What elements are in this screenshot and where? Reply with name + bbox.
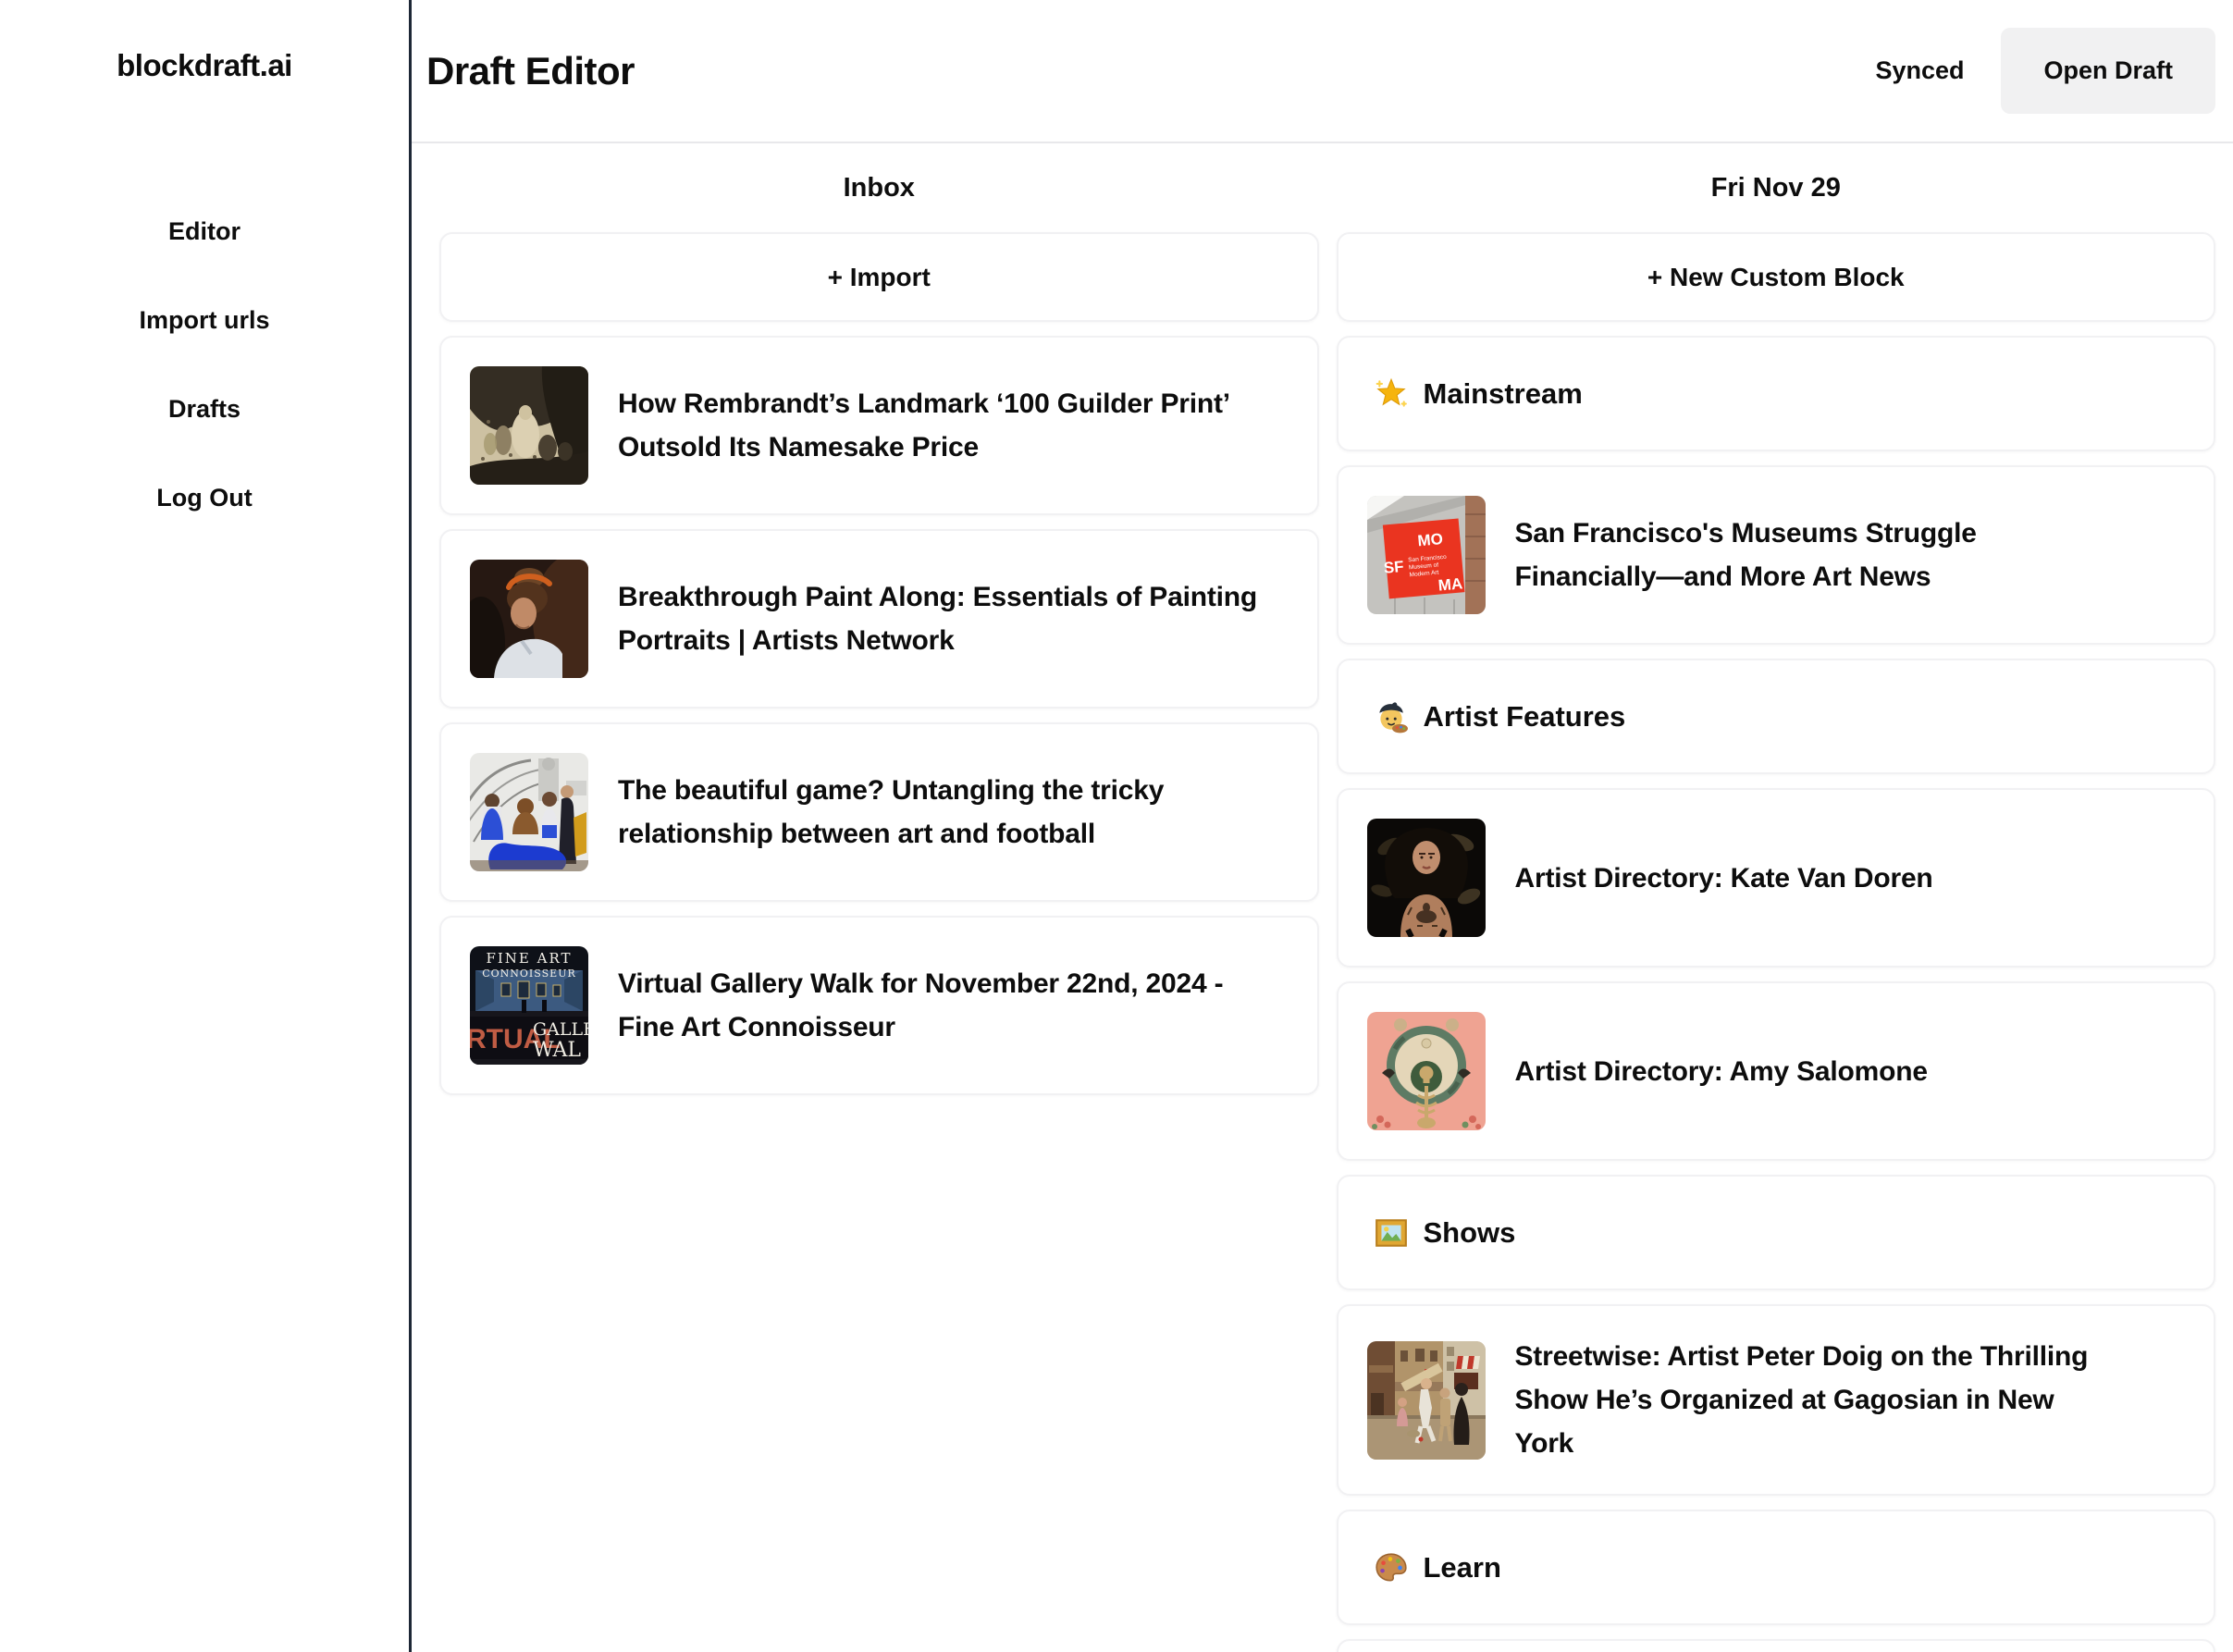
svg-text:FINE ART: FINE ART xyxy=(486,950,572,967)
article-title: Streetwise: Artist Peter Doig on the Thr… xyxy=(1515,1335,2116,1465)
article-title: How Rembrandt’s Landmark ‘100 Guilder Pr… xyxy=(618,382,1265,469)
rembrandt-etching-thumbnail xyxy=(470,366,588,485)
article-card-kate-van-doren[interactable]: Artist Directory: Kate Van Doren xyxy=(1337,788,2216,968)
article-card-paint-along[interactable]: Breakthrough Paint Along: Essentials of … xyxy=(439,529,1319,709)
page-title: Draft Editor xyxy=(426,49,635,93)
artist-icon xyxy=(1374,699,1409,734)
content: Inbox + Import xyxy=(412,143,2233,1652)
article-card-art-football[interactable]: The beautiful game? Untangling the trick… xyxy=(439,722,1319,902)
header-actions: Synced Open Draft xyxy=(1875,28,2215,114)
open-draft-button[interactable]: Open Draft xyxy=(2001,28,2215,114)
sync-status: Synced xyxy=(1875,56,1964,85)
article-title: Artist Directory: Kate Van Doren xyxy=(1515,857,1933,900)
sculpture-unveiling-thumbnail xyxy=(470,753,588,871)
section-label: Learn xyxy=(1424,1551,1501,1584)
section-block-mainstream[interactable]: Mainstream xyxy=(1337,336,2216,451)
section-block-learn[interactable]: Learn xyxy=(1337,1510,2216,1625)
article-title: Artist Directory: Amy Salomone xyxy=(1515,1050,1928,1093)
svg-text:WAL: WAL xyxy=(533,1039,581,1062)
article-title: Virtual Gallery Walk for November 22nd, … xyxy=(618,962,1265,1049)
section-label: Shows xyxy=(1424,1216,1516,1250)
framed-picture-icon xyxy=(1374,1215,1409,1251)
palette-icon xyxy=(1374,1550,1409,1585)
svg-text:MO: MO xyxy=(1416,530,1443,549)
article-card-virtual-gallery-walk[interactable]: FINE ART CONNOISSEUR RTUAL GALLE WAL Vir… xyxy=(439,916,1319,1095)
app-logo: blockdraft.ai xyxy=(0,48,409,83)
sfmoma-sign-thumbnail: MO SF MA San Francisco Museum of Modern … xyxy=(1367,496,1486,614)
sidebar-item-editor[interactable]: Editor xyxy=(0,219,409,244)
import-button[interactable]: + Import xyxy=(439,232,1319,322)
sidebar-item-drafts[interactable]: Drafts xyxy=(0,397,409,422)
sidebar-nav: Editor Import urls Drafts Log Out xyxy=(0,219,409,511)
article-card-sf-museums[interactable]: MO SF MA San Francisco Museum of Modern … xyxy=(1337,465,2216,645)
kate-van-doren-thumbnail xyxy=(1367,819,1486,937)
section-block-shows[interactable]: Shows xyxy=(1337,1175,2216,1290)
draft-column: Fri Nov 29 + New Custom Block Mainstream xyxy=(1337,143,2216,1652)
svg-text:GALLE: GALLE xyxy=(533,1019,588,1040)
svg-text:SF: SF xyxy=(1383,558,1404,577)
article-card-rembrandt[interactable]: How Rembrandt’s Landmark ‘100 Guilder Pr… xyxy=(439,336,1319,515)
article-title: Breakthrough Paint Along: Essentials of … xyxy=(618,575,1265,662)
svg-text:CONNOISSEUR: CONNOISSEUR xyxy=(482,968,576,980)
inbox-heading: Inbox xyxy=(439,175,1319,202)
portrait-painting-thumbnail xyxy=(470,560,588,678)
inbox-column: Inbox + Import xyxy=(439,143,1319,1652)
article-card-amy-salomone[interactable]: Artist Directory: Amy Salomone xyxy=(1337,981,2216,1161)
article-title: The beautiful game? Untangling the trick… xyxy=(618,769,1191,856)
section-block-artist-features[interactable]: Artist Features xyxy=(1337,659,2216,774)
virtual-gallery-walk-thumbnail: FINE ART CONNOISSEUR RTUAL GALLE WAL xyxy=(470,946,588,1065)
svg-text:MA: MA xyxy=(1437,574,1462,594)
main-area: Draft Editor Synced Open Draft Inbox + I… xyxy=(412,0,2233,1652)
sidebar-item-import-urls[interactable]: Import urls xyxy=(0,308,409,333)
glowing-star-icon xyxy=(1374,376,1409,412)
new-custom-block-button[interactable]: + New Custom Block xyxy=(1337,232,2216,322)
header: Draft Editor Synced Open Draft xyxy=(412,0,2233,143)
sidebar-item-log-out[interactable]: Log Out xyxy=(0,486,409,511)
next-article-card-partial[interactable] xyxy=(1337,1639,2216,1652)
section-label: Artist Features xyxy=(1424,700,1626,734)
draft-date-heading: Fri Nov 29 xyxy=(1337,175,2216,202)
section-label: Mainstream xyxy=(1424,377,1583,411)
sidebar: blockdraft.ai Editor Import urls Drafts … xyxy=(0,0,412,1652)
amy-salomone-thumbnail xyxy=(1367,1012,1486,1130)
balthus-street-thumbnail xyxy=(1367,1341,1486,1460)
article-card-peter-doig-gagosian[interactable]: Streetwise: Artist Peter Doig on the Thr… xyxy=(1337,1304,2216,1496)
article-title: San Francisco's Museums Struggle Financi… xyxy=(1515,512,2070,598)
